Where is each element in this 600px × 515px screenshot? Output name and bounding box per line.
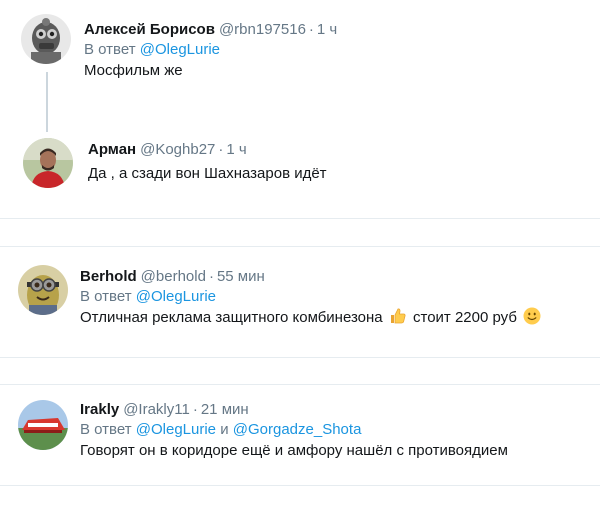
minion-avatar[interactable] (18, 265, 68, 315)
avatar-image (18, 400, 68, 450)
tweet-content: Арман @Koghb27 · 1 ч Да , а сзади вон Шахна… (88, 140, 592, 184)
tweet-text-part: стоит 2200 руб (413, 309, 517, 326)
tweet-aleksey[interactable]: Алексей Борисов @rbn197516 · 1 ч В ответ @O… (0, 0, 600, 100)
user-handle[interactable]: @Irakly11 (123, 401, 190, 418)
tweet-text-part: Отличная реклама защитного комбинезона (80, 309, 383, 326)
user-handle[interactable]: @Koghb27 (140, 141, 215, 158)
user-name[interactable]: Irakly (80, 401, 119, 418)
person-photo-avatar[interactable] (23, 138, 73, 188)
tweet-content: Алексей Борисов @rbn197516 · 1 ч В ответ @O… (84, 20, 592, 81)
smiling-face-icon (523, 307, 541, 331)
separator: · (308, 21, 314, 38)
tweet-text: Говорят он в коридоре ещё и амфору нашёл… (80, 442, 508, 459)
reply-context: В ответ @OlegLurie и @Gorgadze_Shota (80, 420, 592, 440)
tweet-header: Berhold @berhold · 55 мин (80, 267, 592, 287)
stadium-photo-avatar[interactable] (18, 400, 68, 450)
mention-link[interactable]: @OlegLurie (140, 41, 220, 58)
timestamp[interactable]: 1 ч (317, 21, 337, 38)
tweet-text: Мосфильм же (84, 62, 183, 79)
tweet-content: Berhold @berhold · 55 мин В ответ @OlegLuri… (80, 267, 592, 331)
tweet-text: Отличная реклама защитного комбинезона с… (80, 307, 592, 331)
thread-connector-line (46, 72, 48, 132)
tweet-card-irakly: Irakly @Irakly11 · 21 мин В ответ @OlegLuri… (0, 384, 600, 486)
avatar-image (21, 14, 71, 64)
thread-card: Алексей Борисов @rbn197516 · 1 ч В ответ @O… (0, 0, 600, 219)
tweet-berhold[interactable]: Berhold @berhold · 55 мин В ответ @OlegLuri… (0, 247, 600, 357)
mention-link[interactable]: @OlegLurie (136, 288, 216, 305)
user-name[interactable]: Berhold (80, 268, 137, 285)
tweet-header: Арман @Koghb27 · 1 ч (88, 140, 592, 160)
reply-context: В ответ @OlegLurie (80, 287, 592, 307)
reply-prefix: В ответ (84, 41, 136, 58)
tweet-text: Да , а сзади вон Шахназаров идёт (88, 165, 327, 182)
tweet-header: Алексей Борисов @rbn197516 · 1 ч (84, 20, 592, 40)
tweet-content: Irakly @Irakly11 · 21 мин В ответ @OlegLuri… (80, 400, 592, 461)
separator: · (208, 268, 214, 285)
avatar-image (18, 265, 68, 315)
avatar-image (23, 138, 73, 188)
separator: · (218, 141, 224, 158)
user-handle[interactable]: @berhold (141, 268, 206, 285)
tweet-card-berhold: Berhold @berhold · 55 мин В ответ @OlegLuri… (0, 246, 600, 358)
thumbs-up-icon (389, 307, 407, 331)
timestamp[interactable]: 55 мин (217, 268, 265, 285)
helmet-robot-avatar[interactable] (21, 14, 71, 64)
user-name[interactable]: Арман (88, 141, 136, 158)
tweet-header: Irakly @Irakly11 · 21 мин (80, 400, 592, 420)
timestamp[interactable]: 1 ч (226, 141, 246, 158)
reply-context: В ответ @OlegLurie (84, 40, 592, 60)
timestamp[interactable]: 21 мин (201, 401, 249, 418)
tweet-arman[interactable]: Арман @Koghb27 · 1 ч Да , а сзади вон Шахна… (0, 130, 600, 210)
user-handle[interactable]: @rbn197516 (219, 21, 306, 38)
tweet-irakly[interactable]: Irakly @Irakly11 · 21 мин В ответ @OlegLuri… (0, 385, 600, 485)
mention-joiner: и (220, 421, 229, 438)
reply-prefix: В ответ (80, 288, 132, 305)
mention-link[interactable]: @Gorgadze_Shota (233, 421, 362, 438)
separator: · (192, 401, 198, 418)
mention-link[interactable]: @OlegLurie (136, 421, 216, 438)
reply-prefix: В ответ (80, 421, 132, 438)
user-name[interactable]: Алексей Борисов (84, 21, 215, 38)
